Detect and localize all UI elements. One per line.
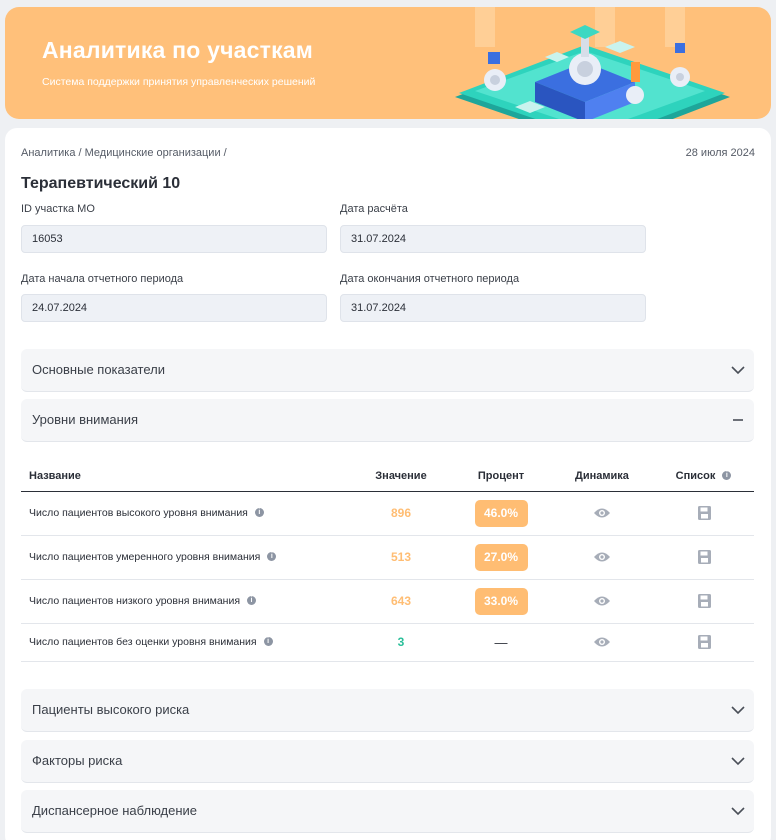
eye-icon[interactable] xyxy=(593,635,611,649)
accordion-high-risk-patients[interactable]: Пациенты высокого риска xyxy=(21,689,754,732)
row-dynamics-cell xyxy=(551,535,653,580)
accordion-attention-levels[interactable]: Уровни внимания xyxy=(21,399,754,442)
chevron-down-icon xyxy=(731,757,745,766)
eye-icon[interactable] xyxy=(593,550,611,564)
row-value: 896 xyxy=(390,506,412,520)
table-row: Число пациентов умеренного уровня вниман… xyxy=(21,535,754,580)
header-banner: Аналитика по участкам Система поддержки … xyxy=(5,7,771,119)
accordion-main-indicators[interactable]: Основные показатели xyxy=(21,349,754,392)
row-value: 513 xyxy=(390,550,412,564)
row-name: Число пациентов высокого уровня внимания xyxy=(29,507,248,519)
info-icon[interactable]: i xyxy=(722,470,732,480)
banner-title: Аналитика по участкам xyxy=(42,37,313,63)
info-icon[interactable]: i xyxy=(263,637,273,646)
row-value: 3 xyxy=(397,635,405,649)
accordion-label: Пациенты высокого риска xyxy=(32,702,190,717)
id-label: ID участка МО xyxy=(21,203,95,215)
calc-date-field[interactable]: 31.07.2024 xyxy=(340,225,646,253)
row-dynamics-cell xyxy=(551,623,653,662)
row-name-cell: Число пациентов низкого уровня внимания i xyxy=(21,579,351,624)
isometric-illustration xyxy=(455,7,730,119)
banner-subtitle: Система поддержки принятия управленчески… xyxy=(42,76,316,88)
row-name-cell: Число пациентов без оценки уровня вниман… xyxy=(21,623,351,662)
row-value-cell: 896 xyxy=(351,491,451,536)
row-name: Число пациентов низкого уровня внимания xyxy=(29,595,241,607)
end-date-label: Дата окончания отчетного периода xyxy=(340,273,520,285)
chevron-down-icon xyxy=(731,706,745,715)
accordion-label: Диспансерное наблюдение xyxy=(32,803,198,818)
row-percent-cell: 27.0% xyxy=(451,535,551,580)
row-dynamics-cell xyxy=(551,491,653,536)
accordion-dispensary[interactable]: Диспансерное наблюдение xyxy=(21,790,754,833)
header-percent: Процент xyxy=(451,461,551,492)
header-list: Список i xyxy=(653,461,754,492)
accordion-label: Факторы риска xyxy=(32,753,123,768)
floppy-disk-icon[interactable] xyxy=(695,550,713,564)
accordion-label: Основные показатели xyxy=(32,362,165,377)
header-name: Название xyxy=(21,461,351,492)
floppy-disk-icon[interactable] xyxy=(695,506,713,520)
info-icon[interactable]: i xyxy=(247,596,257,605)
end-date-field[interactable]: 31.07.2024 xyxy=(340,294,646,322)
chevron-down-icon xyxy=(731,807,745,816)
chevron-down-icon xyxy=(731,366,745,375)
id-field[interactable]: 16053 xyxy=(21,225,327,253)
percent-badge: 33.0% xyxy=(474,587,528,615)
info-icon[interactable]: i xyxy=(254,508,264,517)
row-name: Число пациентов умеренного уровня вниман… xyxy=(29,551,261,563)
start-date-label: Дата начала отчетного периода xyxy=(21,273,184,285)
row-dynamics-cell xyxy=(551,579,653,624)
accordion-risk-factors[interactable]: Факторы риска xyxy=(21,740,754,783)
header-dynamics: Динамика xyxy=(551,461,653,492)
breadcrumb[interactable]: Аналитика / Медицинские организации / xyxy=(21,147,227,159)
row-name-cell: Число пациентов высокого уровня внимания… xyxy=(21,491,351,536)
table-row: Число пациентов высокого уровня внимания… xyxy=(21,491,754,536)
eye-icon[interactable] xyxy=(593,594,611,608)
info-icon[interactable]: i xyxy=(267,552,277,561)
header-list-label: Список xyxy=(675,469,716,482)
row-value-cell: 513 xyxy=(351,535,451,580)
row-value-cell: 643 xyxy=(351,579,451,624)
header-value: Значение xyxy=(351,461,451,492)
row-list-cell xyxy=(653,535,754,580)
table-row: Число пациентов без оценки уровня вниман… xyxy=(21,623,754,662)
row-percent-cell: 46.0% xyxy=(451,491,551,536)
main-card: Аналитика / Медицинские организации / 28… xyxy=(5,128,771,840)
accordion-label: Уровни внимания xyxy=(32,412,139,427)
row-name-cell: Число пациентов умеренного уровня вниман… xyxy=(21,535,351,580)
row-list-cell xyxy=(653,491,754,536)
table-row: Число пациентов низкого уровня внимания i… xyxy=(21,579,754,624)
eye-icon[interactable] xyxy=(593,506,611,520)
minus-icon xyxy=(733,419,743,421)
row-value-cell: 3 xyxy=(351,623,451,662)
percent-empty: — xyxy=(494,634,508,650)
percent-badge: 27.0% xyxy=(474,543,528,571)
calc-date-label: Дата расчёта xyxy=(340,203,408,215)
row-name: Число пациентов без оценки уровня вниман… xyxy=(29,636,257,648)
row-list-cell xyxy=(653,623,754,662)
start-date-field[interactable]: 24.07.2024 xyxy=(21,294,327,322)
row-percent-cell: — xyxy=(451,623,551,662)
floppy-disk-icon[interactable] xyxy=(695,635,713,649)
row-list-cell xyxy=(653,579,754,624)
row-percent-cell: 33.0% xyxy=(451,579,551,624)
percent-badge: 46.0% xyxy=(474,499,528,527)
row-value: 643 xyxy=(390,594,412,608)
attention-levels-table: Название Значение Процент Динамика Списо… xyxy=(21,461,754,662)
page-title: Терапевтический 10 xyxy=(21,175,181,192)
report-date: 28 июля 2024 xyxy=(685,147,755,159)
floppy-disk-icon[interactable] xyxy=(695,594,713,608)
